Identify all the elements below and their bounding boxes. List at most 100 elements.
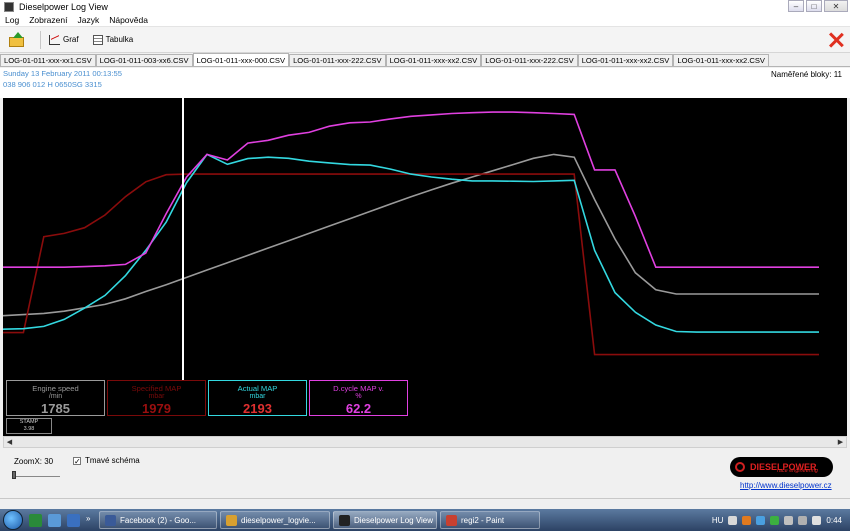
series-line-engine-speed	[3, 153, 819, 317]
logo-mark-icon	[735, 462, 745, 472]
app-icon	[339, 514, 350, 526]
tray-network-icon[interactable]	[784, 515, 794, 525]
measured-blocks: Naměřené bloky: 11	[771, 70, 842, 79]
tab-log-6[interactable]: LOG-01-011-xxx-222.CSV	[481, 54, 578, 66]
status-bar	[0, 498, 850, 509]
paint-icon	[446, 514, 457, 526]
scroll-left-icon[interactable]: ◀	[4, 437, 15, 447]
graph-icon	[49, 34, 60, 45]
language-indicator[interactable]: HU	[712, 516, 724, 525]
window-controls: – □ ✕	[788, 0, 848, 12]
close-log-icon[interactable]	[828, 32, 844, 48]
value-box-specified-map: Specified MAP mbar 1979	[107, 380, 206, 416]
value-box-name: D.cycle MAP v.	[333, 384, 384, 393]
quicklaunch-utorrent-icon[interactable]	[29, 513, 42, 527]
menu-help[interactable]: Nápověda	[104, 15, 153, 25]
value-box-name: Actual MAP	[237, 384, 278, 393]
tab-log-8[interactable]: LOG-01-011-xxx-xx2.CSV	[673, 54, 769, 66]
folder-icon	[226, 514, 237, 526]
menu-view[interactable]: Zobrazení	[24, 15, 72, 25]
value-box-value: 1785	[41, 401, 70, 416]
value-box-value: 2193	[243, 401, 272, 416]
value-box-value: 62.2	[345, 401, 372, 416]
quicklaunch-ie-icon[interactable]	[67, 513, 80, 527]
stamp-value: 3.98	[23, 426, 35, 432]
horizontal-scrollbar[interactable]: ◀ ▶	[3, 436, 847, 448]
logo-subtitle: race engineering	[777, 468, 818, 474]
value-box-name: Engine speed	[32, 384, 79, 393]
start-button[interactable]	[3, 510, 23, 530]
value-box-value: 1979	[142, 401, 171, 416]
table-button[interactable]: Tabulka	[92, 34, 134, 45]
browser-icon	[105, 514, 116, 526]
scroll-right-icon[interactable]: ▶	[835, 437, 846, 447]
menu-log[interactable]: Log	[0, 15, 24, 25]
stamp-label: STAMP	[19, 419, 39, 425]
task-label: dieselpower_logvie...	[241, 515, 316, 525]
value-box-engine-speed: Engine speed /min 1785	[6, 380, 105, 416]
stamp-box: STAMP 3.98	[6, 418, 52, 434]
app-icon	[4, 2, 14, 12]
dark-scheme-label: Tmavé schéma	[85, 456, 140, 465]
chart-plot	[3, 111, 819, 356]
dieselpower-logo: DIESELPOWER race engineering	[730, 457, 833, 477]
checkbox-check-icon[interactable]: ✓	[73, 456, 81, 465]
system-tray: HU 0:44	[712, 509, 850, 531]
taskbar: » Facebook (2) - Goo... dieselpower_logv…	[0, 509, 850, 531]
zoom-slider-thumb[interactable]	[12, 471, 16, 479]
log-date: Sunday 13 February 2011 00:13:55	[3, 69, 122, 78]
bottom-panel: ZoomX: 30 ✓ Tmavé schéma DIESELPOWER rac…	[0, 449, 850, 498]
series-line-actual-map	[3, 153, 819, 333]
value-box-unit: %	[355, 393, 362, 400]
title-bar: Dieselpower Log View – □ ✕	[0, 0, 850, 14]
zoom-slider-rail	[12, 476, 60, 477]
tab-log-1[interactable]: LOG-01-011-xxx-xx1.CSV	[0, 54, 96, 66]
minimize-button[interactable]: –	[788, 0, 804, 12]
log-chart[interactable]: Engine speed /min 1785 Specified MAP mba…	[3, 98, 847, 436]
value-box-duty-cycle: D.cycle MAP v. % 62.2	[309, 380, 408, 416]
value-box-name: Specified MAP	[131, 384, 182, 393]
task-label: Dieselpower Log View	[354, 515, 434, 525]
graph-button[interactable]: Graf	[49, 34, 79, 45]
maximize-button[interactable]: □	[806, 0, 822, 12]
table-icon	[92, 34, 103, 45]
tab-log-4[interactable]: LOG-01-011-xxx-222.CSV	[289, 54, 386, 66]
chart-cursor-line[interactable]	[182, 98, 184, 380]
task-paint[interactable]: regi2 - Paint	[440, 511, 540, 529]
log-tabs: LOG-01-011-xxx-xx1.CSV LOG-01-011-003-xx…	[0, 53, 850, 67]
log-info-panel: Sunday 13 February 2011 00:13:55 038 906…	[0, 68, 850, 98]
open-folder-icon[interactable]	[8, 31, 26, 48]
close-window-button[interactable]: ✕	[824, 0, 848, 12]
toolbar: Graf Tabulka	[0, 27, 850, 53]
value-box-unit: mbar	[249, 393, 266, 400]
table-button-label: Tabulka	[105, 35, 134, 44]
menu-language[interactable]: Jazyk	[72, 15, 104, 25]
window-title: Dieselpower Log View	[19, 2, 108, 12]
tray-expand-icon[interactable]	[728, 515, 738, 525]
tab-log-5[interactable]: LOG-01-011-xxx-xx2.CSV	[385, 54, 482, 66]
quicklaunch-more-icon[interactable]: »	[86, 514, 96, 527]
tray-app-icon[interactable]	[742, 515, 752, 525]
graph-button-label: Graf	[63, 35, 79, 44]
task-label: Facebook (2) - Goo...	[120, 515, 197, 525]
task-label: regi2 - Paint	[461, 515, 505, 525]
ecu-info: 038 906 012 H 0650SG 3315	[3, 80, 102, 89]
tray-flag-icon[interactable]	[812, 515, 822, 525]
zoom-slider[interactable]	[12, 471, 60, 479]
series-line-d-cycle-map-v	[3, 111, 819, 268]
dark-scheme-checkbox[interactable]: ✓ Tmavé schéma	[73, 456, 140, 465]
app-window: Dieselpower Log View – □ ✕ Log Zobrazení…	[0, 0, 850, 531]
value-box-unit: mbar	[148, 393, 165, 400]
task-log-view[interactable]: Dieselpower Log View	[333, 511, 437, 529]
tray-skype-icon[interactable]	[756, 515, 766, 525]
tray-volume-icon[interactable]	[798, 515, 808, 525]
task-dieselpower-folder[interactable]: dieselpower_logvie...	[220, 511, 330, 529]
tab-log-3[interactable]: LOG-01-011-xxx-000.CSV	[192, 53, 290, 66]
toolbar-separator	[40, 30, 41, 49]
website-link[interactable]: http://www.dieselpower.cz	[740, 481, 832, 490]
task-facebook[interactable]: Facebook (2) - Goo...	[99, 511, 217, 529]
quicklaunch-desktop-icon[interactable]	[48, 513, 61, 527]
tray-utorrent-icon[interactable]	[770, 515, 780, 525]
tab-log-7[interactable]: LOG-01-011-xxx-xx2.CSV	[577, 54, 674, 66]
tab-log-2[interactable]: LOG-01-011-003-xx6.CSV	[95, 54, 193, 66]
